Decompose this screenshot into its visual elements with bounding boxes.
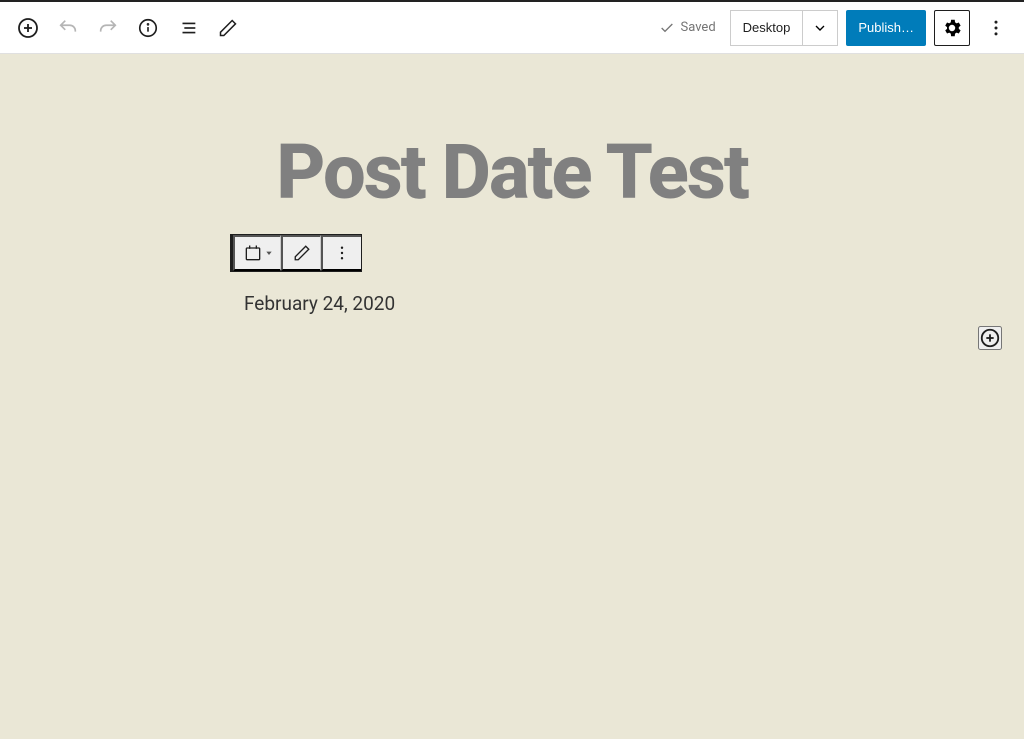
editor-canvas[interactable]: Post Date Test February 24 (0, 54, 1024, 739)
preview-dropdown-button[interactable] (802, 10, 838, 46)
pencil-icon (218, 18, 238, 38)
more-options-button[interactable] (978, 10, 1014, 46)
edit-button[interactable] (210, 10, 246, 46)
info-icon (137, 17, 159, 39)
check-icon (659, 20, 675, 36)
gear-icon (941, 17, 963, 39)
settings-button[interactable] (934, 10, 970, 46)
toolbar-right-group: Saved Desktop Publish… (659, 10, 1014, 46)
pencil-icon (293, 244, 311, 262)
outline-button[interactable] (170, 10, 206, 46)
more-vertical-icon (333, 244, 351, 262)
redo-icon (97, 17, 119, 39)
block-edit-button[interactable] (281, 235, 321, 271)
add-block-button[interactable] (10, 10, 46, 46)
block-more-button[interactable] (321, 235, 361, 271)
list-icon (177, 17, 199, 39)
post-title[interactable]: Post Date Test (222, 134, 802, 210)
info-button[interactable] (130, 10, 166, 46)
plus-circle-icon (979, 327, 1001, 349)
toolbar-left-group (10, 10, 246, 46)
chevron-down-icon (812, 20, 828, 36)
undo-icon (57, 17, 79, 39)
preview-group: Desktop (730, 10, 839, 46)
block-toolbar (230, 234, 362, 272)
add-block-inline-button[interactable] (978, 326, 1002, 350)
block-type-button[interactable] (233, 235, 281, 271)
chevron-down-icon (265, 249, 273, 257)
content-area: Post Date Test February 24 (222, 54, 802, 315)
redo-button[interactable] (90, 10, 126, 46)
plus-circle-icon (16, 16, 40, 40)
preview-mode-button[interactable]: Desktop (730, 10, 803, 46)
saved-label-text: Saved (681, 20, 716, 35)
date-block-icon (243, 243, 263, 263)
more-vertical-icon (986, 18, 1006, 38)
editor-toolbar: Saved Desktop Publish… (0, 2, 1024, 54)
undo-button[interactable] (50, 10, 86, 46)
post-date-block[interactable]: February 24, 2020 (244, 292, 802, 315)
publish-button[interactable]: Publish… (846, 10, 926, 46)
saved-status: Saved (659, 20, 716, 36)
